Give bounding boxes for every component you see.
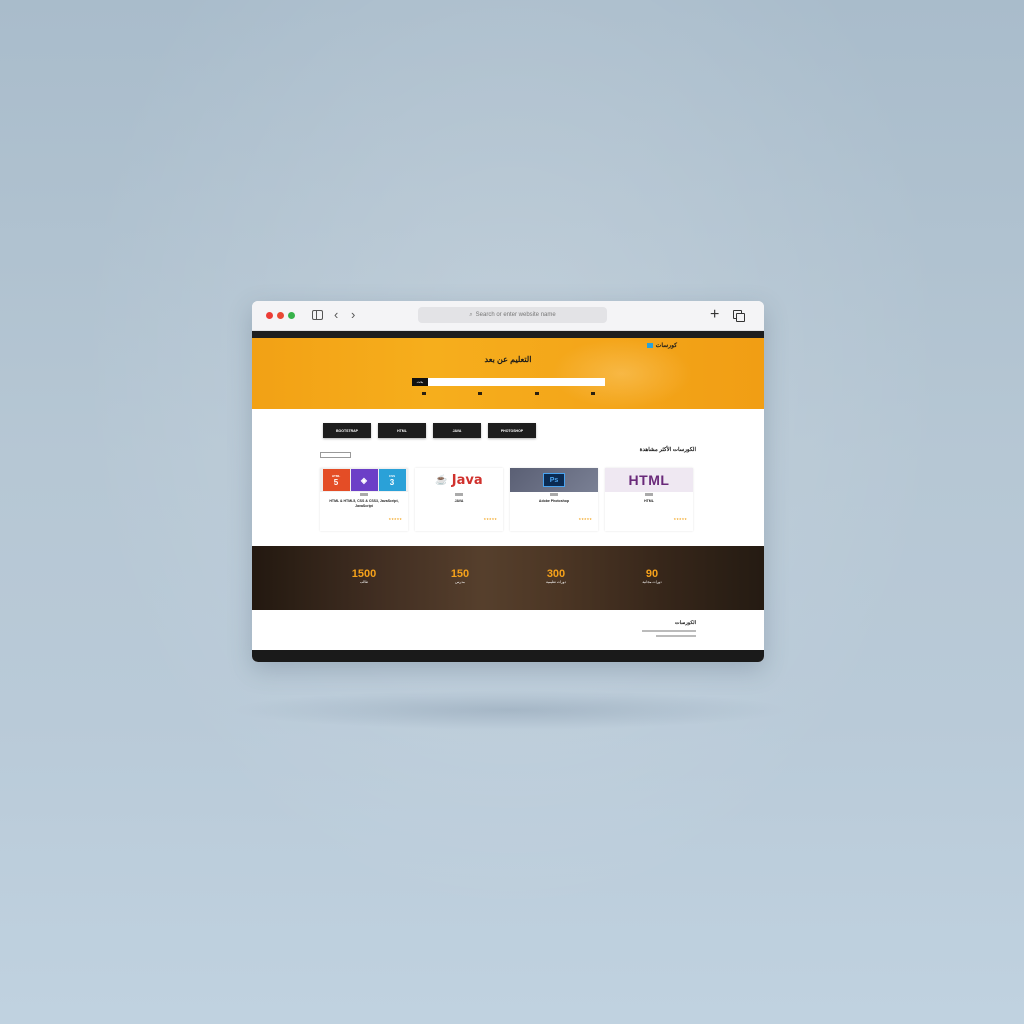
course-thumbnail-photoshop: Ps <box>510 468 598 492</box>
feature-icon <box>534 392 539 395</box>
logo-icon <box>647 342 653 348</box>
hero-features <box>422 392 597 395</box>
stat-label: مدرس <box>455 580 465 584</box>
courses-section-title: الكورسات <box>674 620 696 626</box>
site-topbar <box>252 331 764 338</box>
css3-logo-number: 3 <box>389 477 395 487</box>
course-title: Adobe Photoshop <box>538 499 570 503</box>
instructor-avatar <box>455 493 463 496</box>
course-card[interactable]: HTML HTML ★★★★★ <box>605 468 693 531</box>
card-footer: ★★★★★ <box>326 517 402 521</box>
course-card[interactable]: HTML 5 ◈ CSS 3 HTML & HTML5, CSS & CSS3, J… <box>320 468 408 531</box>
back-button[interactable]: ‹ <box>334 308 338 322</box>
code-icon: ◈ <box>350 469 378 491</box>
course-cards: HTML 5 ◈ CSS 3 HTML & HTML5, CSS & CSS3, J… <box>320 468 693 531</box>
address-bar[interactable]: ⌕ Search or enter website name <box>418 307 607 323</box>
courses-section: الكورسات <box>252 610 764 650</box>
stat-label: دورات مجانية <box>642 580 662 584</box>
site-footer <box>252 650 764 662</box>
stat-value: 90 <box>645 568 659 580</box>
search-input[interactable] <box>428 378 605 386</box>
tab-overview-icon[interactable] <box>733 310 745 322</box>
category-html-button[interactable]: HTML <box>378 423 426 438</box>
browser-toolbar: ‹ › ⌕ Search or enter website name + <box>252 301 764 331</box>
minimize-window-button[interactable] <box>277 312 284 319</box>
course-title: HTML <box>644 499 654 503</box>
site-logo[interactable]: كورسات <box>647 342 677 349</box>
photoshop-logo-icon: Ps <box>543 473 565 487</box>
css3-logo-icon: CSS 3 <box>378 469 406 491</box>
feature-icon <box>478 392 483 395</box>
instructor-avatar <box>550 493 558 496</box>
stat-free-courses: 90 دورات مجانية <box>622 568 682 584</box>
course-thumbnail-java: ☕ Java <box>415 468 503 492</box>
course-title: JAVA <box>454 499 464 503</box>
stat-label: طالب <box>359 580 369 584</box>
course-thumbnail-html-css-js: HTML 5 ◈ CSS 3 <box>320 468 408 492</box>
forward-button[interactable]: › <box>351 308 355 322</box>
floor-shadow <box>230 690 790 730</box>
card-footer: ★★★★★ <box>611 517 687 521</box>
course-thumbnail-html: HTML <box>605 468 693 492</box>
feature-item <box>590 392 597 395</box>
html5-logo-icon: HTML 5 <box>322 469 350 491</box>
course-title: HTML & HTML5, CSS & CSS3, JavaScript, Ja… <box>329 499 399 508</box>
stat-courses: 300 دورات تعليمية <box>526 568 586 584</box>
feature-icon <box>590 392 595 395</box>
view-all-button[interactable] <box>320 452 351 458</box>
statistics-band: 1500 طالب 150 مدرس 300 دورات تعليمية 90 … <box>252 546 764 610</box>
course-search: بحث <box>412 378 605 386</box>
logo-text: كورسات <box>655 343 678 349</box>
category-photoshop-button[interactable]: PHOTOSHOP <box>488 423 536 438</box>
new-tab-button[interactable]: + <box>710 306 719 324</box>
stat-teachers: 150 مدرس <box>430 568 490 584</box>
web-page: كورسات التعليم عن بعد بحث BOOTSTRAP HTML… <box>252 331 764 662</box>
feature-item <box>534 392 541 395</box>
html-logo-text: HTML <box>628 472 670 488</box>
feature-icon <box>422 392 426 395</box>
hero-title: التعليم عن بعد <box>484 355 532 364</box>
stat-value: 1500 <box>351 568 377 580</box>
search-button[interactable]: بحث <box>412 378 428 386</box>
text-placeholder-line <box>642 630 696 632</box>
java-logo-text: Java <box>451 472 483 488</box>
browser-window: ‹ › ⌕ Search or enter website name + كور… <box>252 301 764 662</box>
java-cup-icon: ☕ <box>435 474 448 486</box>
address-placeholder: Search or enter website name <box>475 312 556 318</box>
category-buttons: BOOTSTRAP HTML JAVA PHOTOSHOP <box>323 423 536 438</box>
sidebar-toggle-icon[interactable] <box>312 310 323 320</box>
stat-value: 150 <box>450 568 470 580</box>
html5-logo-number: 5 <box>333 477 339 487</box>
instructor-avatar <box>360 493 368 496</box>
category-java-button[interactable]: JAVA <box>433 423 481 438</box>
instructor-avatar <box>645 493 653 496</box>
close-window-button[interactable] <box>266 312 273 319</box>
hero-section: كورسات التعليم عن بعد بحث <box>252 338 764 409</box>
card-footer: ★★★★★ <box>421 517 497 521</box>
card-footer: ★★★★★ <box>516 517 592 521</box>
rating-stars: ★★★★★ <box>673 517 687 521</box>
stat-label: دورات تعليمية <box>545 580 566 584</box>
feature-item <box>422 392 428 395</box>
stat-students: 1500 طالب <box>334 568 394 584</box>
course-card[interactable]: Ps Adobe Photoshop ★★★★★ <box>510 468 598 531</box>
stat-value: 300 <box>546 568 566 580</box>
category-bootstrap-button[interactable]: BOOTSTRAP <box>323 423 371 438</box>
text-placeholder-line <box>656 635 696 637</box>
course-card[interactable]: ☕ Java JAVA ★★★★★ <box>415 468 503 531</box>
search-icon: ⌕ <box>469 311 473 318</box>
rating-stars: ★★★★★ <box>483 517 497 521</box>
rating-stars: ★★★★★ <box>578 517 592 521</box>
feature-item <box>478 392 484 395</box>
rating-stars: ★★★★★ <box>388 517 402 521</box>
maximize-window-button[interactable] <box>288 312 295 319</box>
popular-courses-title: الكورسات الأكثر مشاهدة <box>639 447 696 453</box>
